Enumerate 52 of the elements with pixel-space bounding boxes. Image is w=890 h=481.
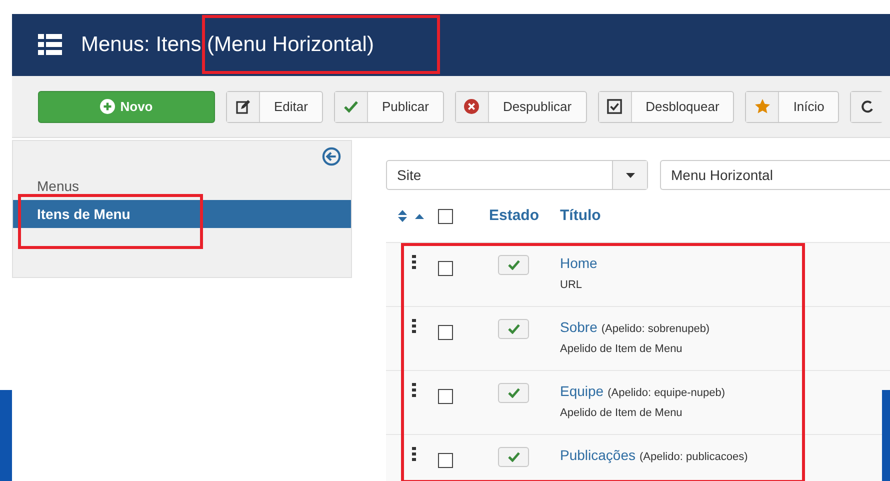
client-select[interactable]: Site xyxy=(386,160,648,190)
refresh-icon xyxy=(861,100,874,114)
item-title-link[interactable]: Publicações xyxy=(560,447,636,463)
item-type-text: Apelido de Item de Menu xyxy=(560,407,684,419)
item-type-text: URL xyxy=(560,279,584,291)
drag-handle-icon[interactable] xyxy=(412,383,416,397)
check-icon xyxy=(508,452,520,462)
publish-toggle[interactable] xyxy=(498,447,529,467)
plus-circle-icon xyxy=(100,99,116,114)
row-checkbox[interactable] xyxy=(438,389,453,404)
alias-text: (Apelido: equipe-nupeb) xyxy=(608,387,726,399)
menu-select[interactable]: Menu Horizontal xyxy=(660,160,890,190)
caret-up-icon[interactable] xyxy=(415,214,424,218)
page-title: Menus: Itens (Menu Horizontal) xyxy=(81,33,374,57)
check-icon xyxy=(508,388,520,398)
row-checkbox[interactable] xyxy=(438,261,453,276)
column-header[interactable]: Estado xyxy=(489,207,540,224)
drag-handle-icon[interactable] xyxy=(412,255,416,269)
check-icon xyxy=(508,324,520,334)
drag-handle-icon[interactable] xyxy=(412,319,416,333)
toolbar-button[interactable]: Editar xyxy=(226,90,323,122)
column-header[interactable]: Título xyxy=(560,207,601,224)
toolbar-button[interactable]: Publicar xyxy=(334,90,444,122)
drag-handle-icon[interactable] xyxy=(412,447,416,461)
item-type-text: Apelido de Item de Menu xyxy=(560,343,684,355)
sort-icon[interactable] xyxy=(398,210,407,222)
sidebar-item[interactable]: Menus xyxy=(13,172,351,200)
toolbar-button[interactable]: Desbloquear xyxy=(598,90,734,122)
select-all-checkbox[interactable] xyxy=(438,208,453,224)
alias-text: (Apelido: sobrenupeb) xyxy=(601,323,710,335)
publish-toggle[interactable] xyxy=(498,319,529,339)
toolbar-button[interactable]: Despublicar xyxy=(454,90,587,122)
publish-toggle[interactable] xyxy=(498,255,529,275)
edit-icon xyxy=(236,100,250,114)
publish-toggle[interactable] xyxy=(498,383,529,403)
star-icon xyxy=(754,99,770,114)
item-title-link[interactable]: Equipe xyxy=(560,383,604,399)
row-checkbox[interactable] xyxy=(438,453,453,468)
row-checkbox[interactable] xyxy=(438,325,453,340)
caret-icon xyxy=(626,172,634,178)
alias-text: (Apelido: publicacoes) xyxy=(640,451,748,463)
item-title-link[interactable]: Sobre xyxy=(560,319,598,335)
arrow-left-circle-icon[interactable] xyxy=(322,147,341,166)
check-icon xyxy=(344,100,358,112)
checkbox-icon xyxy=(607,99,622,114)
toolbar-button[interactable] xyxy=(850,90,884,122)
sidebar-item[interactable]: Itens de Menu xyxy=(13,200,351,228)
x-circle-icon xyxy=(464,99,480,114)
item-title-link[interactable]: Home xyxy=(560,255,598,271)
list-icon xyxy=(38,34,62,56)
toolbar-button[interactable]: Início xyxy=(745,90,840,122)
check-icon xyxy=(508,260,520,270)
